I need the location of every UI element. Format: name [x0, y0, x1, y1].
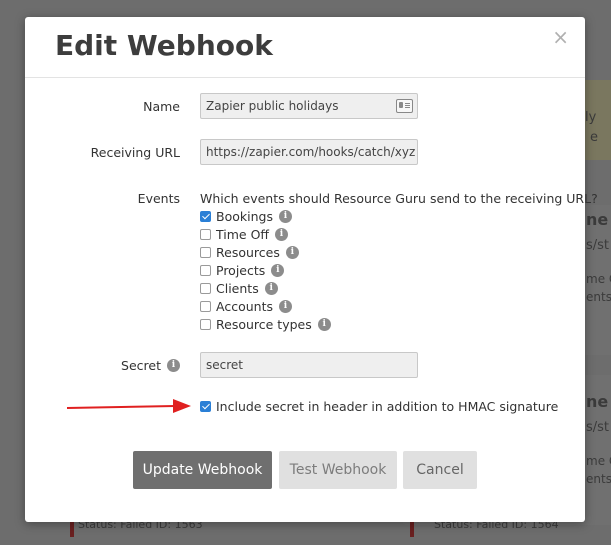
secret-label: Secret: [121, 358, 161, 373]
background-card-text: me C: [586, 272, 611, 286]
event-option-resources[interactable]: Resources i: [200, 244, 299, 260]
event-option-bookings[interactable]: Bookings i: [200, 208, 292, 224]
clients-checkbox[interactable]: [200, 282, 211, 294]
cancel-button[interactable]: Cancel: [403, 451, 477, 489]
update-webhook-button[interactable]: Update Webhook: [133, 451, 272, 489]
event-option-label: Projects: [216, 262, 266, 278]
secret-label-group: Secret i: [121, 358, 180, 373]
receiving-url-input[interactable]: https://zapier.com/hooks/catch/xyz: [200, 139, 418, 165]
info-icon[interactable]: i: [317, 317, 331, 331]
include-secret-option[interactable]: Include secret in header in addition to …: [200, 398, 558, 414]
background-card-text: me C: [586, 454, 611, 468]
dialog-title: Edit Webhook: [55, 29, 273, 62]
event-option-label: Accounts: [216, 298, 273, 314]
resource-types-checkbox[interactable]: [200, 318, 211, 330]
include-secret-checkbox[interactable]: [200, 400, 211, 412]
bookings-checkbox[interactable]: [200, 210, 211, 222]
resources-checkbox[interactable]: [200, 246, 211, 258]
accounts-checkbox[interactable]: [200, 300, 211, 312]
contact-card-icon: [396, 99, 413, 113]
events-label: Events: [137, 191, 180, 206]
event-option-resource-types[interactable]: Resource types i: [200, 316, 331, 332]
event-option-clients[interactable]: Clients i: [200, 280, 278, 296]
event-option-label: Clients: [216, 280, 259, 296]
info-icon[interactable]: i: [264, 281, 278, 295]
annotation-arrow-icon: [67, 399, 191, 413]
name-label: Name: [143, 99, 180, 114]
background-card-title: ne C: [586, 210, 611, 229]
secret-input[interactable]: secret: [200, 352, 418, 378]
event-option-label: Resources: [216, 244, 280, 260]
info-icon[interactable]: i: [278, 209, 292, 223]
event-option-label: Time Off: [216, 226, 270, 242]
event-option-label: Bookings: [216, 208, 273, 224]
background-card-text: s/st: [586, 238, 610, 253]
test-webhook-button[interactable]: Test Webhook: [279, 451, 397, 489]
name-input-value: Zapier public holidays: [206, 99, 339, 113]
event-option-projects[interactable]: Projects i: [200, 262, 285, 278]
background-card-title: ne C: [586, 392, 611, 411]
event-option-accounts[interactable]: Accounts i: [200, 298, 292, 314]
projects-checkbox[interactable]: [200, 264, 211, 276]
background-peek-text: e: [590, 130, 598, 145]
name-input[interactable]: Zapier public holidays: [200, 93, 418, 119]
events-question: Which events should Resource Guru send t…: [200, 191, 598, 206]
secret-value: secret: [206, 358, 243, 372]
include-secret-label: Include secret in header in addition to …: [216, 398, 559, 414]
event-option-time-off[interactable]: Time Off i: [200, 226, 289, 242]
info-icon[interactable]: i: [278, 299, 292, 313]
background-card-text: ents: [586, 290, 611, 304]
time-off-checkbox[interactable]: [200, 228, 211, 240]
background-card-text: s/st: [586, 420, 610, 435]
receiving-url-value: https://zapier.com/hooks/catch/xyz: [206, 145, 416, 159]
dialog-header: Edit Webhook ×: [25, 17, 585, 78]
info-icon[interactable]: i: [285, 245, 299, 259]
info-icon[interactable]: i: [271, 263, 285, 277]
info-icon[interactable]: i: [167, 359, 180, 372]
receiving-url-label: Receiving URL: [90, 145, 180, 160]
close-icon[interactable]: ×: [552, 25, 569, 49]
edit-webhook-dialog: Edit Webhook × Name Zapier public holida…: [25, 17, 598, 522]
info-icon[interactable]: i: [275, 227, 289, 241]
background-peek-text: ly: [585, 110, 597, 125]
background-card-text: ents: [586, 472, 611, 486]
event-option-label: Resource types: [216, 316, 312, 332]
